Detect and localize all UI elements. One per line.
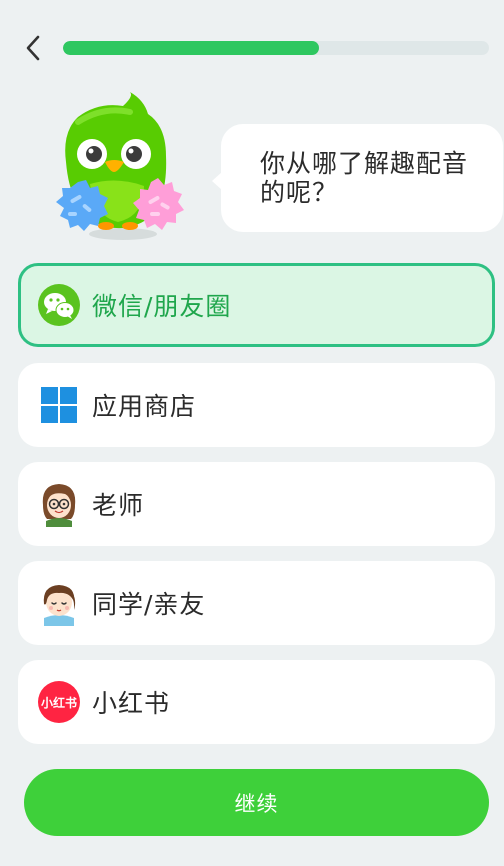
- option-label: 同学/亲友: [92, 590, 206, 619]
- svg-text:小红书: 小红书: [41, 695, 77, 710]
- option-wechat[interactable]: 微信/朋友圈: [18, 263, 495, 347]
- progress-fill: [63, 41, 319, 55]
- continue-button[interactable]: 继续: [24, 769, 489, 836]
- continue-label: 继续: [234, 791, 279, 816]
- chevron-left-icon: [26, 35, 40, 61]
- option-label: 小红书: [92, 689, 171, 718]
- teacher-avatar-icon: [37, 482, 81, 527]
- option-app-store[interactable]: 应用商店: [18, 363, 495, 447]
- option-label: 应用商店: [92, 392, 197, 421]
- progress-bar: [63, 41, 489, 55]
- question-text: 你从哪了解趣配音的呢？: [260, 149, 469, 207]
- classmate-avatar-icon: [37, 581, 81, 626]
- option-classmates-friends[interactable]: 同学/亲友: [18, 561, 495, 645]
- option-label: 老师: [92, 491, 145, 520]
- option-teacher[interactable]: 老师: [18, 462, 495, 546]
- owl-mascot-icon: [56, 92, 184, 240]
- option-label: 微信/朋友圈: [92, 292, 232, 321]
- windows-store-icon: [37, 383, 81, 427]
- xiaohongshu-icon: 小红书: [37, 680, 81, 724]
- question-bubble: 你从哪了解趣配音的呢？: [212, 124, 503, 232]
- option-xiaohongshu[interactable]: 小红书 小红书: [18, 660, 495, 744]
- back-button[interactable]: [18, 32, 48, 64]
- wechat-icon: [37, 283, 81, 327]
